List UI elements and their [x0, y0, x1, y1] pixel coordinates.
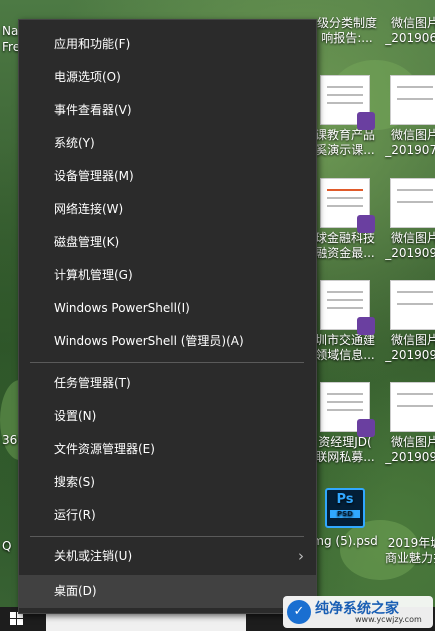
menu-item-label: 关机或注销(U)	[54, 549, 133, 563]
desktop-file-icon[interactable]: 课教育产品 奚演示课...	[310, 75, 380, 158]
menu-item-apps-features[interactable]: 应用和功能(F)	[19, 28, 316, 61]
image-thumbnail-icon	[390, 178, 435, 228]
menu-item-device-manager[interactable]: 设备管理器(M)	[19, 160, 316, 193]
site-watermark: ✓ 纯净系统之家 www.ycwjzy.com	[283, 596, 433, 628]
desktop-file-icon[interactable]: 球金融科技 融资金最...	[310, 178, 380, 261]
menu-item-network-connections[interactable]: 网络连接(W)	[19, 193, 316, 226]
desktop-file-icon[interactable]: 微信图片 _2019090	[380, 382, 435, 465]
menu-item-powershell[interactable]: Windows PowerShell(I)	[19, 292, 316, 325]
menu-item-desktop[interactable]: 桌面(D)	[19, 575, 316, 608]
photoshop-icon: Ps PSD	[325, 488, 365, 528]
menu-item-disk-management[interactable]: 磁盘管理(K)	[19, 226, 316, 259]
desktop-file-label: 商业魅力扌	[384, 551, 435, 565]
menu-separator	[30, 536, 304, 537]
desktop-file-label: mg (5).psd	[312, 534, 378, 548]
menu-item-task-manager[interactable]: 任务管理器(T)	[19, 367, 316, 400]
desktop-file-label: 圳市交通建	[314, 333, 375, 347]
menu-item-shutdown-signout[interactable]: 关机或注销(U) ›	[19, 540, 316, 573]
desktop-file-label: _2019071	[385, 143, 435, 157]
document-thumbnail-icon	[320, 382, 375, 437]
psd-badge: PSD	[330, 510, 360, 518]
menu-item-computer-management[interactable]: 计算机管理(G)	[19, 259, 316, 292]
desktop-file-icon[interactable]: 微信图片 _2019060	[380, 16, 435, 46]
menu-item-powershell-admin[interactable]: Windows PowerShell (管理员)(A)	[19, 325, 316, 358]
desktop-file-label: 微信图片	[390, 128, 435, 142]
document-thumbnail-icon	[320, 178, 375, 233]
desktop-file-label: 微信图片	[390, 231, 435, 245]
menu-item-run[interactable]: 运行(R)	[19, 499, 316, 532]
desktop-file-label: 领域信息...	[315, 348, 375, 362]
menu-item-system[interactable]: 系统(Y)	[19, 127, 316, 160]
desktop-file-label: 奚演示课...	[315, 143, 375, 157]
desktop-file-label: 球金融科技	[314, 231, 375, 245]
desktop-file-label: 融资金最...	[315, 246, 375, 260]
desktop-file-label: _2019090	[385, 348, 435, 362]
desktop-file-icon[interactable]: Ps PSD mg (5).psd	[310, 488, 380, 549]
desktop-file-label: 2019年城	[387, 536, 435, 550]
document-thumbnail-icon	[320, 75, 375, 130]
desktop-file-icon[interactable]: 级分类制度 响报告:...	[312, 16, 382, 46]
desktop-file-icon[interactable]: 圳市交通建 领域信息...	[310, 280, 380, 363]
menu-item-search[interactable]: 搜索(S)	[19, 466, 316, 499]
watermark-url: www.ycwjzy.com	[355, 615, 422, 624]
desktop-file-label: 微信图片	[390, 435, 435, 449]
desktop-file-label: _2019090	[385, 246, 435, 260]
desktop-file-label: _2019090	[385, 450, 435, 464]
desktop-file-icon[interactable]: 资经理JD( 联网私募...	[310, 382, 380, 465]
desktop-file-label: _2019060	[385, 31, 435, 45]
desktop-file-label: 响报告:...	[321, 31, 373, 45]
desktop-file-icon[interactable]: 微信图片 _2019090	[380, 280, 435, 363]
desktop-file-icon[interactable]: 微信图片 _2019071	[380, 75, 435, 158]
menu-item-power-options[interactable]: 电源选项(O)	[19, 61, 316, 94]
windows-start-icon[interactable]	[10, 612, 24, 626]
chevron-right-icon: ›	[298, 547, 304, 565]
desktop-label-left: Q	[2, 539, 12, 553]
desktop-file-icon[interactable]: 2019年城 商业魅力扌	[380, 536, 435, 566]
desktop-file-label: 级分类制度	[316, 16, 377, 30]
menu-item-event-viewer[interactable]: 事件查看器(V)	[19, 94, 316, 127]
desktop-file-label: 联网私募...	[315, 450, 375, 464]
menu-item-settings[interactable]: 设置(N)	[19, 400, 316, 433]
quick-link-menu: 应用和功能(F) 电源选项(O) 事件查看器(V) 系统(Y) 设备管理器(M)…	[18, 19, 317, 614]
desktop-file-label: 资经理JD(	[318, 435, 372, 449]
image-thumbnail-icon	[390, 280, 435, 330]
menu-item-file-explorer[interactable]: 文件资源管理器(E)	[19, 433, 316, 466]
menu-separator	[30, 362, 304, 363]
desktop-file-icon[interactable]: 微信图片 _2019090	[380, 178, 435, 261]
image-thumbnail-icon	[390, 382, 435, 432]
desktop-file-label: 微信图片	[390, 16, 435, 30]
watermark-logo-icon: ✓	[287, 600, 311, 624]
desktop-file-label: 微信图片	[390, 333, 435, 347]
desktop-label-left: Na	[2, 24, 19, 38]
image-thumbnail-icon	[390, 75, 435, 125]
ps-letters: Ps	[336, 492, 354, 507]
document-thumbnail-icon	[320, 280, 375, 335]
desktop-file-label: 课教育产品	[314, 128, 375, 142]
